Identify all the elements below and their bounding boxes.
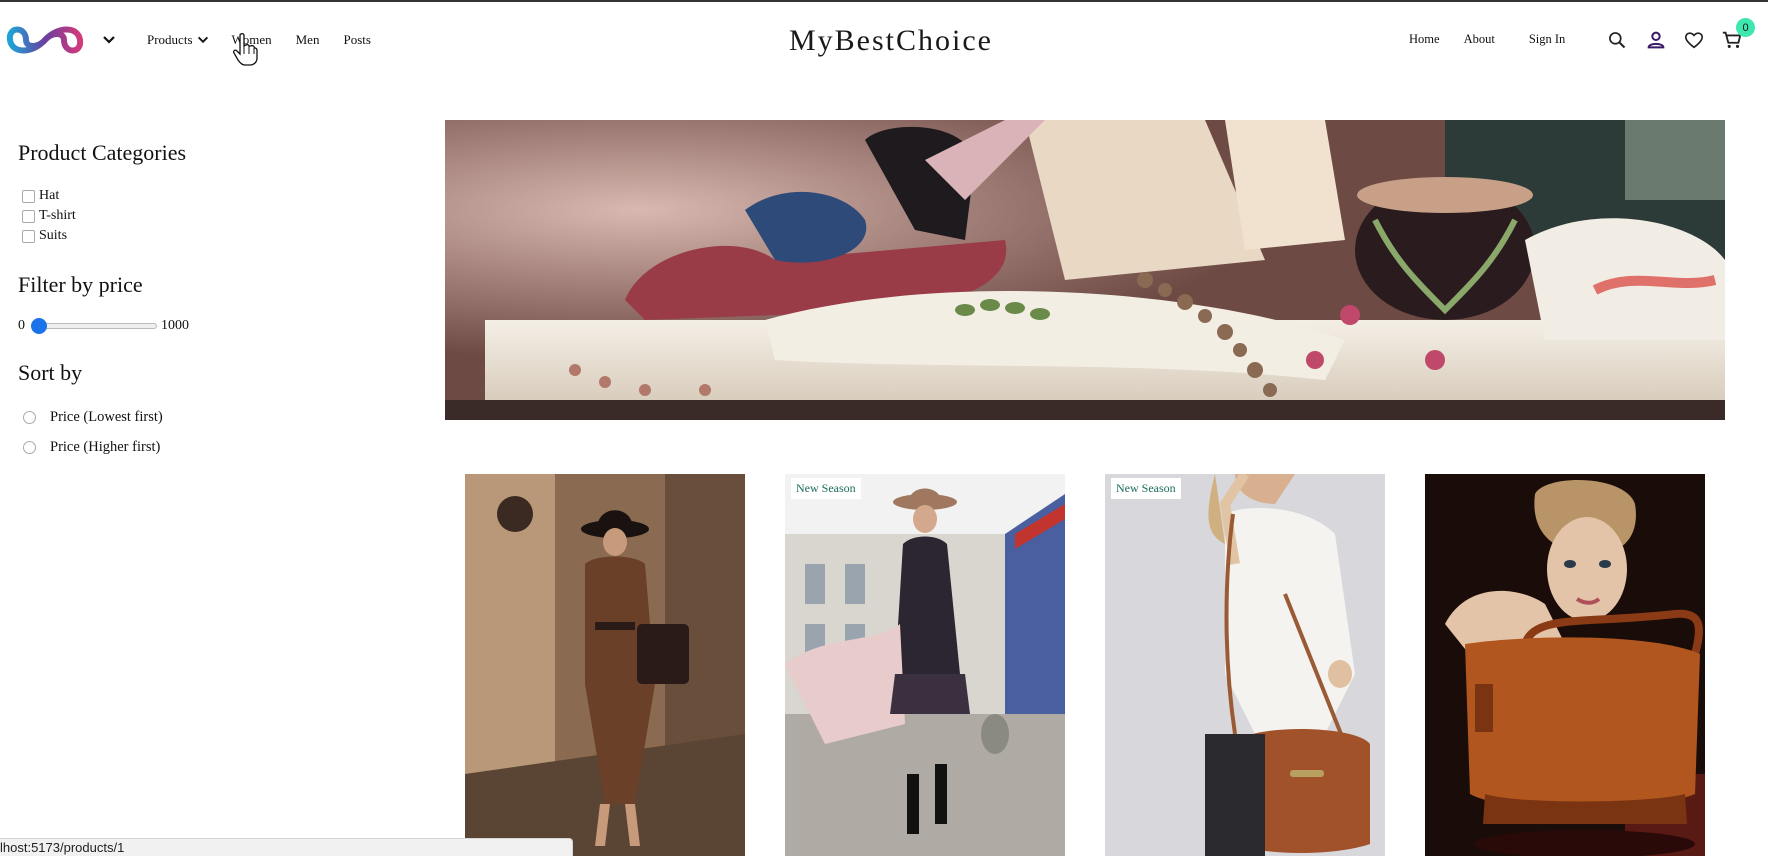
product-image [465, 474, 745, 856]
product-card[interactable]: New Season [785, 474, 1065, 856]
nav-home[interactable]: Home [1409, 32, 1440, 47]
category-list: Hat T-shirt Suits [18, 186, 378, 246]
category-checkbox[interactable] [22, 229, 35, 243]
categories-title: Product Categories [18, 140, 187, 165]
price-slider[interactable] [31, 318, 157, 334]
category-label: T-shirt [39, 208, 76, 223]
product-image [1105, 474, 1385, 856]
category-item[interactable]: Hat [18, 186, 378, 206]
price-min-label: 0 [18, 318, 25, 333]
slider-track [31, 323, 157, 329]
sort-label: Price (Higher first) [50, 438, 161, 455]
hero-banner [445, 120, 1725, 420]
nav-about[interactable]: About [1464, 32, 1495, 47]
nav-right: Home About Sign In [1409, 32, 1587, 47]
category-item[interactable]: T-shirt [18, 206, 378, 226]
hero-image [445, 120, 1725, 420]
navbar: Products Women Men Posts MyBestChoice Ho… [0, 2, 1768, 78]
product-image [1425, 474, 1705, 856]
sort-title: Sort by [18, 360, 83, 385]
sort-option[interactable]: Price (Lowest first) [18, 402, 378, 432]
category-label: Suits [39, 228, 68, 243]
sort-radio[interactable] [23, 440, 36, 454]
cart-count-badge: 0 [1736, 18, 1755, 37]
sort-options: Price (Lowest first) Price (Higher first… [18, 402, 378, 462]
sort-label: Price (Lowest first) [50, 408, 163, 425]
sort-radio[interactable] [23, 410, 36, 424]
category-checkbox[interactable] [22, 209, 35, 223]
category-label: Hat [39, 188, 60, 203]
product-image [785, 474, 1065, 856]
product-card[interactable] [465, 474, 745, 856]
price-filter: 0 1000 [18, 318, 378, 334]
category-checkbox[interactable] [22, 189, 35, 203]
sort-option[interactable]: Price (Higher first) [18, 432, 378, 462]
heart-icon[interactable] [1682, 28, 1706, 52]
browser-status-url: lhost:5173/products/1 [0, 838, 573, 856]
account-icon[interactable] [1644, 28, 1668, 52]
product-card[interactable]: New Season [1105, 474, 1385, 856]
category-item[interactable]: Suits [18, 226, 378, 246]
price-max-label: 1000 [161, 318, 189, 333]
new-season-badge: New Season [1111, 478, 1181, 499]
filter-sidebar: Product Categories Hat T-shirt Suits Fil… [18, 140, 378, 462]
price-filter-title: Filter by price [18, 272, 143, 297]
new-season-badge: New Season [791, 478, 861, 499]
nav-sign-in[interactable]: Sign In [1529, 32, 1565, 47]
product-grid: New Season New Season [465, 474, 1705, 856]
header-icons: 0 [1605, 18, 1755, 52]
product-card[interactable] [1425, 474, 1705, 856]
search-icon[interactable] [1605, 28, 1629, 52]
slider-thumb[interactable] [31, 318, 47, 334]
cart-button[interactable]: 0 [1720, 18, 1755, 52]
hand-cursor-icon [233, 32, 258, 66]
